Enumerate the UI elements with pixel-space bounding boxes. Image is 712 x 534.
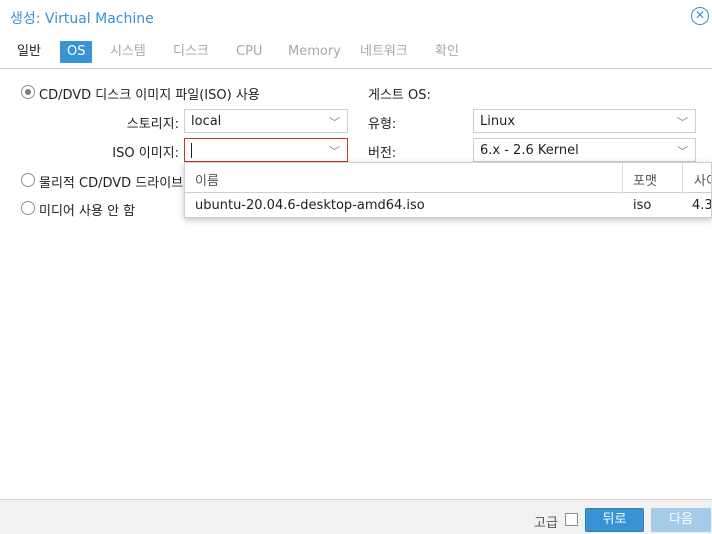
column-divider[interactable] bbox=[622, 163, 623, 193]
iso-format-cell: iso bbox=[633, 198, 652, 213]
os-type-value: Linux bbox=[480, 114, 516, 129]
list-item[interactable]: ubuntu-20.04.6-desktop-amd64.iso iso 4.3 bbox=[185, 194, 712, 217]
column-header-size[interactable]: 사이 bbox=[694, 170, 711, 189]
next-button[interactable]: 다음 bbox=[651, 508, 711, 532]
no-media-radio[interactable] bbox=[21, 201, 35, 215]
iso-image-label: ISO 이미지: bbox=[112, 146, 179, 161]
back-button[interactable]: 뒤로 bbox=[585, 508, 644, 532]
os-type-select[interactable]: Linux ﹀ bbox=[473, 109, 696, 133]
iso-radio-label: CD/DVD 디스크 이미지 파일(ISO) 사용 bbox=[39, 88, 260, 103]
iso-list-header: 이름 포맷 사이 bbox=[185, 163, 711, 193]
tab-os[interactable]: OS bbox=[60, 41, 93, 63]
column-header-format[interactable]: 포맷 bbox=[633, 170, 657, 189]
window-titlebar: 생성: Virtual Machine ✕ bbox=[0, 0, 712, 32]
guest-os-heading: 게스트 OS: bbox=[368, 88, 431, 103]
chevron-down-icon[interactable]: ﹀ bbox=[329, 114, 340, 130]
iso-name-cell: ubuntu-20.04.6-desktop-amd64.iso bbox=[195, 198, 425, 213]
chevron-down-icon[interactable]: ﹀ bbox=[677, 114, 688, 130]
chevron-down-icon[interactable]: ﹀ bbox=[677, 143, 688, 159]
os-version-label: 버전: bbox=[368, 146, 397, 161]
close-circle-icon[interactable]: ✕ bbox=[691, 7, 709, 25]
iso-size-cell: 4.3 bbox=[692, 198, 712, 213]
storage-select[interactable]: local ﹀ bbox=[184, 109, 348, 133]
advanced-checkbox[interactable] bbox=[565, 513, 578, 526]
advanced-label: 고급 bbox=[534, 516, 558, 531]
os-type-label: 유형: bbox=[368, 117, 397, 132]
physical-drive-radio[interactable] bbox=[21, 173, 35, 187]
iso-radio[interactable] bbox=[21, 85, 35, 99]
wizard-tabs: 일반 OS 시스템 디스크 CPU Memory 네트워크 확인 bbox=[0, 38, 712, 69]
column-divider[interactable] bbox=[682, 163, 683, 193]
physical-drive-radio-label: 물리적 CD/DVD 드라이브 bbox=[39, 176, 184, 191]
iso-image-select[interactable]: ﹀ bbox=[184, 138, 348, 162]
storage-value: local bbox=[191, 114, 222, 129]
tab-disk[interactable]: 디스크 bbox=[166, 41, 216, 63]
storage-label: 스토리지: bbox=[126, 117, 179, 132]
chevron-down-icon[interactable]: ﹀ bbox=[329, 143, 340, 159]
tab-confirm[interactable]: 확인 bbox=[428, 41, 466, 63]
tab-network[interactable]: 네트워크 bbox=[353, 41, 415, 63]
os-version-select[interactable]: 6.x - 2.6 Kernel ﹀ bbox=[473, 138, 696, 162]
tab-general[interactable]: 일반 bbox=[10, 41, 48, 63]
iso-dropdown-list: 이름 포맷 사이 ubuntu-20.04.6-desktop-amd64.is… bbox=[184, 162, 712, 218]
tab-system[interactable]: 시스템 bbox=[103, 41, 153, 63]
tab-cpu[interactable]: CPU bbox=[229, 41, 269, 63]
tab-memory[interactable]: Memory bbox=[281, 41, 348, 63]
os-version-value: 6.x - 2.6 Kernel bbox=[480, 143, 579, 158]
no-media-radio-label: 미디어 사용 안 함 bbox=[39, 204, 136, 219]
window-title: 생성: Virtual Machine bbox=[10, 11, 154, 27]
column-header-name[interactable]: 이름 bbox=[195, 170, 219, 189]
wizard-footer: 고급 뒤로 다음 bbox=[0, 499, 712, 534]
text-caret bbox=[191, 143, 192, 158]
